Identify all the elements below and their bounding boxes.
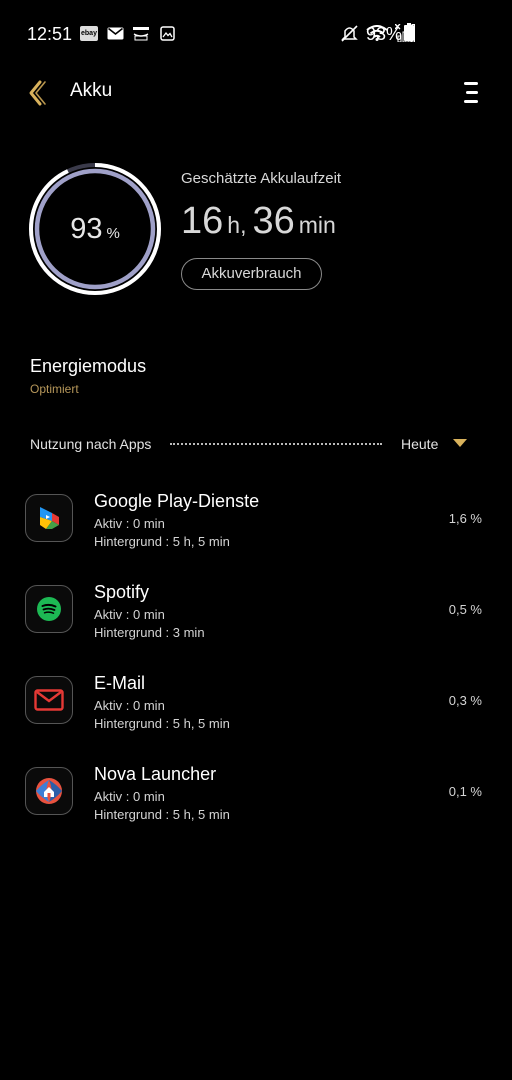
spotify-icon [25,585,73,633]
app-active-time: Aktiv : 0 min [94,698,165,713]
usage-label: Nutzung nach Apps [30,436,152,452]
app-background-time: Hintergrund : 5 h, 5 min [94,534,230,549]
app-name: Spotify [94,582,150,602]
battery-percent-unit: % [106,225,120,242]
notification-icons: ebay [80,26,176,41]
battery-percent-value: 93 [70,213,103,245]
power-mode-title: Energiemodus [30,356,147,376]
estimate-label: Geschätzte Akkulaufzeit [181,170,342,187]
status-bar: 12:51 ebay 93% [0,0,512,70]
list-item[interactable]: E-Mail Aktiv : 0 min Hintergrund : 5 h, … [0,673,512,743]
google-play-services-icon [25,494,73,542]
menu-icon [464,82,478,85]
app-name: E-Mail [94,673,146,693]
app-usage-percent: 1,6 % [448,511,482,526]
list-item[interactable]: Spotify Aktiv : 0 min Hintergrund : 3 mi… [0,582,512,652]
back-button[interactable] [26,78,50,108]
estimate-hours-unit: h, [227,212,247,238]
estimate-minutes-unit: min [298,212,336,238]
dropdown-arrow-icon[interactable] [453,439,467,447]
estimate-hours: 16 [181,200,224,242]
app-active-time: Aktiv : 0 min [94,607,165,622]
usage-by-apps-header: Nutzung nach Apps Heute [30,434,482,454]
app-usage-percent: 0,1 % [448,784,482,799]
ebay-icon: ebay [80,26,98,41]
estimate-minutes: 36 [252,200,295,242]
email-icon [25,676,73,724]
mail-icon [106,26,124,41]
app-usage-percent: 0,5 % [448,602,482,617]
more-options-button[interactable] [462,80,480,106]
status-time: 12:51 [27,24,73,44]
app-active-time: Aktiv : 0 min [94,789,165,804]
list-item[interactable]: Nova Launcher Aktiv : 0 min Hintergrund … [0,764,512,834]
app-background-time: Hintergrund : 5 h, 5 min [94,716,230,731]
estimate-value: 16 h, 36 min [181,200,342,243]
battery-level-ring: 93% [27,161,163,297]
page-title: Akku [70,80,113,101]
dotted-divider [170,443,382,445]
battery-usage-button[interactable]: Akkuverbrauch [181,258,322,290]
nova-launcher-icon [25,767,73,815]
battery-percent-text: 93% [366,24,403,44]
power-mode-setting[interactable]: Energiemodus Optimiert [30,356,146,396]
gallery-icon [158,26,176,41]
app-usage-percent: 0,3 % [448,693,482,708]
battery-icon [404,23,414,41]
mute-icon [340,24,359,47]
list-item[interactable]: Google Play-Dienste Aktiv : 0 min Hinter… [0,491,512,561]
chevron-left-icon [29,80,46,106]
period-selector[interactable]: Heute [401,436,438,452]
app-background-time: Hintergrund : 3 min [94,625,205,640]
amazon-icon [132,26,150,41]
app-active-time: Aktiv : 0 min [94,516,165,531]
app-name: Google Play-Dienste [94,491,260,511]
app-name: Nova Launcher [94,764,217,784]
app-header: Akku [0,70,512,116]
power-mode-value: Optimiert [30,382,79,396]
app-background-time: Hintergrund : 5 h, 5 min [94,807,230,822]
